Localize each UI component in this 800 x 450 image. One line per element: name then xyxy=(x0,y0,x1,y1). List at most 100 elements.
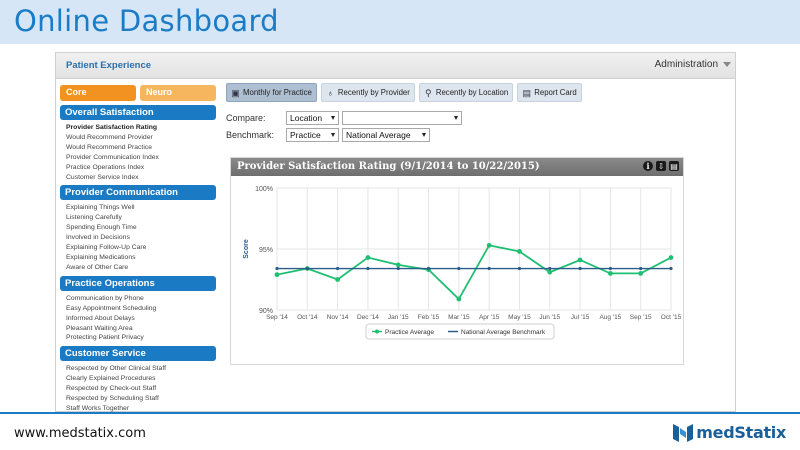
administration-menu[interactable]: Administration xyxy=(655,59,731,70)
sidebar-item[interactable]: Would Recommend Practice xyxy=(66,143,216,153)
practice-average-point[interactable] xyxy=(577,257,583,263)
sidebar-item[interactable]: Would Recommend Provider xyxy=(66,133,216,143)
benchmark-value: National Average xyxy=(346,130,411,140)
benchmark-point[interactable] xyxy=(517,266,522,271)
benchmark-point[interactable] xyxy=(669,266,673,271)
footer-url-link[interactable]: www.medstatix.com xyxy=(14,426,146,441)
sidebar-item[interactable]: Respected by Scheduling Staff xyxy=(66,394,216,404)
practice-average-point[interactable] xyxy=(335,277,341,282)
print-icon[interactable]: ▤ xyxy=(669,161,679,171)
sidebar-item[interactable]: Communication by Phone xyxy=(66,294,216,304)
export-icon[interactable]: ⇩ xyxy=(656,161,666,171)
x-tick-label: Nov '14 xyxy=(327,314,349,321)
practice-average-point[interactable] xyxy=(274,272,280,278)
x-tick-label: Jul '15 xyxy=(571,314,590,321)
view-button-label: Report Card xyxy=(534,88,577,97)
practice-average-point[interactable] xyxy=(486,242,492,248)
benchmark-point[interactable] xyxy=(396,266,400,271)
info-icon[interactable]: i xyxy=(643,161,653,171)
sidebar-item[interactable]: Respected by Check-out Staff xyxy=(66,384,216,394)
benchmark-point[interactable] xyxy=(457,266,461,271)
view-button-label: Monthly for Practice xyxy=(243,88,312,97)
benchmark-point[interactable] xyxy=(639,266,643,271)
x-tick-label: Sep '14 xyxy=(266,314,288,321)
section-header[interactable]: Provider Communication xyxy=(60,185,216,201)
legend-label[interactable]: National Average Benchmark xyxy=(461,329,546,336)
sidebar-item[interactable]: Easy Appointment Scheduling xyxy=(66,304,216,314)
practice-average-point[interactable] xyxy=(395,262,401,268)
benchmark-point[interactable] xyxy=(608,266,612,271)
legend-label[interactable]: Practice Average xyxy=(385,329,434,336)
benchmark-value-select[interactable]: National Average xyxy=(342,128,430,142)
sidebar-item[interactable]: Aware of Other Care xyxy=(66,263,216,273)
stethoscope-icon: ♁ xyxy=(327,87,334,98)
benchmark-select[interactable]: Practice xyxy=(286,128,339,142)
sidebar-item[interactable]: Explaining Things Well xyxy=(66,203,216,213)
sidebar-item[interactable]: Explaining Follow-Up Care xyxy=(66,243,216,253)
sidebar-item[interactable]: Involved in Decisions xyxy=(66,233,216,243)
compare-label: Compare: xyxy=(226,113,266,123)
compare-row: Compare: Location xyxy=(226,111,465,125)
legend-marker xyxy=(375,329,379,334)
section-header[interactable]: Practice Operations xyxy=(60,275,216,291)
section-header[interactable]: Customer Service xyxy=(60,346,216,362)
sidebar-item[interactable]: Customer Service Index xyxy=(66,173,216,183)
benchmark-point[interactable] xyxy=(578,266,582,271)
view-button[interactable]: ▤ Report Card xyxy=(517,83,582,102)
footer-divider xyxy=(0,412,800,414)
view-button[interactable]: ⚲ Recently by Location xyxy=(418,83,514,102)
practice-average-point[interactable] xyxy=(456,296,462,302)
view-toolbar: ▣ Monthly for Practice ♁ Recently by Provid… xyxy=(226,83,582,102)
sidebar-item[interactable]: Explaining Medications xyxy=(66,253,216,263)
practice-average-point[interactable] xyxy=(365,255,371,260)
view-button[interactable]: ▣ Monthly for Practice xyxy=(226,83,317,102)
practice-average-point[interactable] xyxy=(547,269,553,275)
compare-select-value: Location xyxy=(290,113,323,123)
practice-average-point[interactable] xyxy=(638,271,644,276)
slide-title: Online Dashboard xyxy=(14,4,279,38)
y-axis-label: Score xyxy=(243,239,250,259)
sidebar-sections: Overall Satisfaction Provider Satisfactio… xyxy=(60,105,216,414)
report-card-icon: ▤ xyxy=(522,87,531,98)
practice-average-point[interactable] xyxy=(668,255,674,260)
section-header[interactable]: Overall Satisfaction xyxy=(60,105,216,120)
compare-select[interactable]: Location xyxy=(286,111,339,125)
sidebar-item[interactable]: Protecting Patient Privacy xyxy=(66,333,216,343)
sidebar-item[interactable]: Informed About Delays xyxy=(66,314,216,324)
app-title: Patient Experience xyxy=(66,60,152,71)
tab-core[interactable]: Core xyxy=(60,85,136,101)
sidebar-item[interactable]: Spending Enough Time xyxy=(66,223,216,233)
benchmark-point[interactable] xyxy=(487,266,491,271)
benchmark-point[interactable] xyxy=(336,266,340,271)
benchmark-row: Benchmark: Practice National Average xyxy=(226,128,433,142)
administration-label: Administration xyxy=(654,59,718,70)
benchmark-label: Benchmark: xyxy=(226,130,275,140)
benchmark-point[interactable] xyxy=(275,266,279,271)
tab-neuro[interactable]: Neuro xyxy=(140,85,216,101)
benchmark-point[interactable] xyxy=(426,266,431,271)
chevron-down-icon xyxy=(723,61,731,67)
x-tick-label: Oct '15 xyxy=(661,314,682,321)
benchmark-point[interactable] xyxy=(548,266,552,271)
practice-average-point[interactable] xyxy=(607,271,613,276)
sidebar-item[interactable]: Pleasant Waiting Area xyxy=(66,324,216,334)
sidebar-item[interactable]: Respected by Other Clinical Staff xyxy=(66,364,216,374)
sidebar-item[interactable]: Clearly Explained Procedures xyxy=(66,374,216,384)
practice-average-point[interactable] xyxy=(517,249,522,254)
chevron-down-icon xyxy=(422,133,426,137)
benchmark-point[interactable] xyxy=(366,266,370,271)
chart-actions: i ⇩ ▤ xyxy=(643,161,679,171)
sidebar-item[interactable]: Provider Satisfaction Rating xyxy=(66,123,216,133)
benchmark-point[interactable] xyxy=(305,266,309,271)
sidebar-item[interactable]: Practice Operations Index xyxy=(66,163,216,173)
app-topbar: Patient Experience Administration xyxy=(56,53,735,79)
y-tick-label: 95% xyxy=(259,247,273,254)
compare-value-select[interactable] xyxy=(342,111,462,125)
x-tick-label: Aug '15 xyxy=(599,314,621,321)
x-tick-label: Mar '15 xyxy=(448,314,470,321)
sidebar-item[interactable]: Provider Communication Index xyxy=(66,153,216,163)
sidebar-item[interactable]: Listening Carefully xyxy=(66,213,216,223)
view-button[interactable]: ♁ Recently by Provider xyxy=(320,83,415,102)
x-tick-label: Dec '14 xyxy=(357,314,379,321)
x-tick-label: May '15 xyxy=(508,314,531,321)
